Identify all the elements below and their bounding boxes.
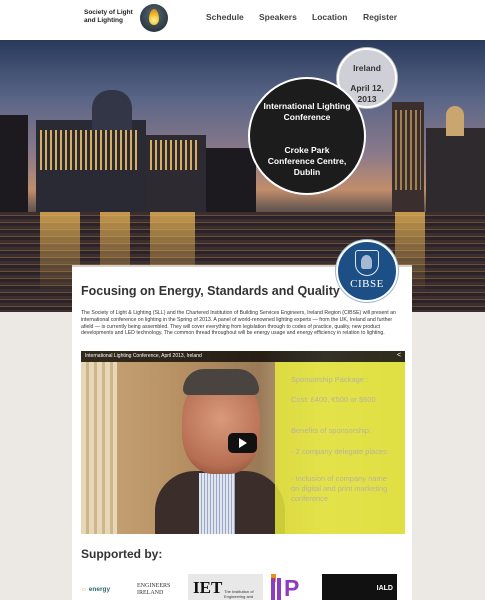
sponsor-benefit-1: - 2 company delegate places xyxy=(291,447,387,456)
badge-country: Ireland xyxy=(353,63,381,73)
video-person-hair xyxy=(183,369,259,395)
event-badge: International Lighting Conference Croke … xyxy=(248,77,366,195)
iet-subtitle: The Institution of Engineering and Techn… xyxy=(224,589,254,600)
intro-paragraph: The Society of Light & Lighting (SLL) an… xyxy=(81,310,396,337)
event-venue: Croke Park Conference Centre, Dublin xyxy=(254,145,360,178)
video-background xyxy=(81,362,117,534)
sponsor-benefit-2: - Inclusion of company name on digital a… xyxy=(291,474,388,503)
video-person-shirt xyxy=(199,473,235,534)
ilp-bar-2 xyxy=(277,578,281,600)
video-player[interactable]: Sponsorship Package : Cost: £400, €500 o… xyxy=(81,351,405,534)
event-title-line2: Conference xyxy=(283,112,331,122)
supporters-heading: Supported by: xyxy=(81,547,163,561)
nav-schedule[interactable]: Schedule xyxy=(206,12,244,22)
energy-sun-icon: ☼ xyxy=(81,586,87,593)
logo-line-1: Society of Light xyxy=(84,9,133,16)
play-button[interactable] xyxy=(228,433,257,453)
nav-register[interactable]: Register xyxy=(363,12,397,22)
ilp-logo[interactable]: P xyxy=(271,574,316,600)
iet-wordmark: IET xyxy=(193,578,223,597)
ilp-wordmark: P xyxy=(284,575,300,600)
venue-line2: Conference Centre, xyxy=(267,156,347,166)
logo-line-2: and Lighting xyxy=(84,17,123,24)
site-header: Society of Light and Lighting Schedule S… xyxy=(0,0,485,40)
event-title: International Lighting Conference xyxy=(254,101,360,123)
video-title[interactable]: International Lighting Conference, April… xyxy=(85,353,202,359)
nav-location[interactable]: Location xyxy=(312,12,347,22)
engineers-ireland-logo[interactable]: ENGINEERS IRELAND xyxy=(137,583,170,600)
engineers-line2: IRELAND xyxy=(137,590,164,596)
energy-logo[interactable]: ☼ energy xyxy=(81,586,110,600)
venue-line1: Croke Park xyxy=(284,145,330,155)
energy-wordmark: energy xyxy=(88,586,111,593)
ilp-bar-1 xyxy=(271,578,275,600)
sponsorship-overlay: Sponsorship Package : Cost: £400, €500 o… xyxy=(275,362,405,534)
video-title-bar: International Lighting Conference, April… xyxy=(81,351,405,362)
iet-logo[interactable]: IET The Institution of Engineering and T… xyxy=(188,574,263,600)
event-title-line1: International Lighting xyxy=(263,101,351,111)
page-title: Focusing on Energy, Standards and Qualit… xyxy=(81,284,340,298)
flame-logo-icon[interactable] xyxy=(140,4,168,32)
sponsor-heading: Sponsorship Package : xyxy=(291,375,369,384)
iald-wordmark: IALD xyxy=(376,585,393,592)
nav-speakers[interactable]: Speakers xyxy=(259,12,297,22)
sponsor-benefits-heading: Benefits of sponsorship: xyxy=(291,426,372,435)
flame-icon xyxy=(149,9,159,25)
crest-icon xyxy=(355,250,379,276)
site-logo[interactable]: Society of Light and Lighting xyxy=(84,9,138,25)
sponsor-cost: Cost: £400, €500 or $600 xyxy=(291,395,376,404)
cibse-wordmark: CIBSE xyxy=(350,278,384,290)
share-icon[interactable]: < xyxy=(397,352,401,359)
venue-line3: Dublin xyxy=(293,167,321,177)
cibse-logo[interactable]: CIBSE xyxy=(336,240,398,302)
iald-logo[interactable]: IALD xyxy=(322,574,397,600)
engineers-line1: ENGINEERS xyxy=(137,583,171,589)
